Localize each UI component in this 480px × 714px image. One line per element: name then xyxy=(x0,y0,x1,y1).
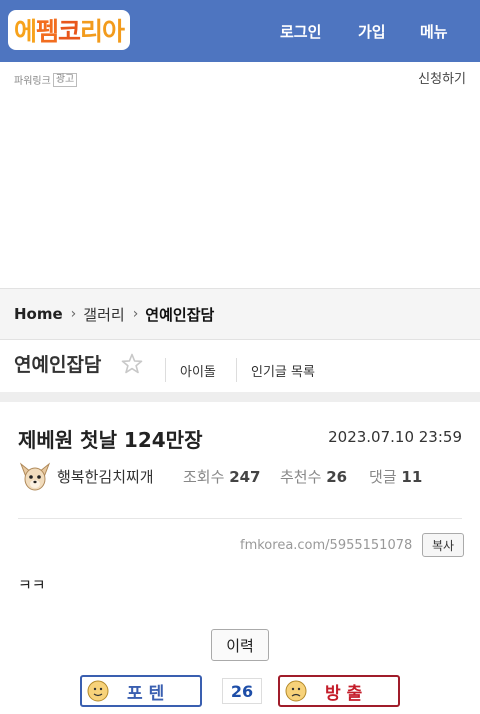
divider xyxy=(165,358,166,382)
recommend-count-label: 추천수 xyxy=(280,468,322,486)
star-outline-icon[interactable] xyxy=(120,352,144,376)
thumbs-up-face-icon xyxy=(87,680,109,702)
board-title[interactable]: 연예인잡담 xyxy=(14,350,101,377)
logo-char-1: 에 xyxy=(14,17,37,46)
post-divider xyxy=(18,518,462,519)
downvote-label: 방출 xyxy=(325,683,369,704)
post-body: ㅋㅋ xyxy=(18,576,46,594)
logo-char-4: 리아 xyxy=(80,17,125,46)
downvote-button[interactable]: 방출 xyxy=(278,675,400,707)
ad-apply-link[interactable]: 신청하기 xyxy=(418,68,466,87)
powerlink-label: 파워링크 광고 xyxy=(14,72,78,87)
chevron-right-icon: › xyxy=(132,306,139,322)
view-count-label: 조회수 xyxy=(183,468,225,486)
breadcrumb-gallery[interactable]: 갤러리 xyxy=(83,304,124,325)
view-count-value: 247 xyxy=(229,468,261,486)
vote-count: 26 xyxy=(222,678,262,704)
divider xyxy=(236,358,237,382)
logo-char-2: 펨 xyxy=(36,17,59,46)
login-link[interactable]: 로그인 xyxy=(280,0,321,62)
upvote-label: 포텐 xyxy=(127,683,171,704)
powerlink-text: 파워링크 xyxy=(14,76,51,87)
thumbs-down-face-icon xyxy=(285,680,307,702)
comment-count-value: 11 xyxy=(401,468,423,486)
recommend-count: 추천수 26 xyxy=(280,466,347,487)
copy-url-button[interactable]: 복사 xyxy=(422,533,464,557)
breadcrumb: Home › 갤러리 › 연예인잡담 xyxy=(0,288,480,340)
logo-char-3: 코 xyxy=(58,17,81,46)
chihuahua-avatar-icon[interactable] xyxy=(18,460,52,494)
post-url[interactable]: fmkorea.com/5955151078 xyxy=(240,538,412,553)
ad-badge: 광고 xyxy=(52,72,78,87)
comment-count[interactable]: 댓글 11 xyxy=(369,466,422,487)
section-divider xyxy=(0,392,480,402)
view-count: 조회수 247 xyxy=(183,466,261,487)
board-header: 연예인잡담 아이돌 인기글 목록 xyxy=(0,340,480,392)
menu-link[interactable]: 메뉴 xyxy=(420,0,448,62)
breadcrumb-home[interactable]: Home xyxy=(14,305,63,323)
join-link[interactable]: 가입 xyxy=(358,0,386,62)
author-name[interactable]: 행복한김치찌개 xyxy=(57,466,154,487)
upvote-button[interactable]: 포텐 xyxy=(80,675,202,707)
history-button[interactable]: 이력 xyxy=(211,629,269,661)
comment-count-label: 댓글 xyxy=(369,468,397,486)
board-link-idol[interactable]: 아이돌 xyxy=(180,361,216,380)
board-link-popular[interactable]: 인기글 목록 xyxy=(251,361,315,380)
ad-area xyxy=(0,88,480,286)
recommend-count-value: 26 xyxy=(326,468,348,486)
breadcrumb-current[interactable]: 연예인잡담 xyxy=(145,304,214,325)
post-date: 2023.07.10 23:59 xyxy=(328,428,462,446)
post-title: 제베원 첫날 124만장 xyxy=(18,428,203,452)
top-header: 에 펨 코 리아 로그인 가입 메뉴 xyxy=(0,0,480,62)
chevron-right-icon: › xyxy=(70,306,77,322)
site-logo[interactable]: 에 펨 코 리아 xyxy=(8,10,131,50)
